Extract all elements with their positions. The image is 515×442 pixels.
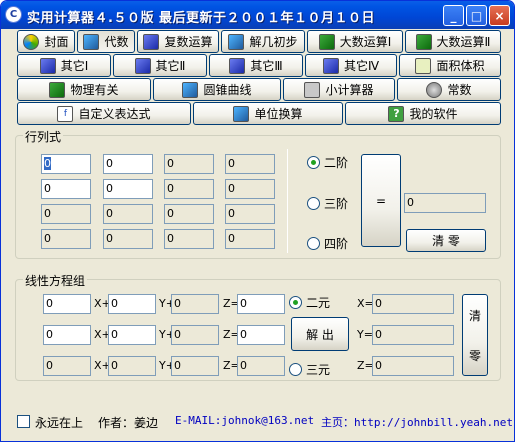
radio-dot bbox=[307, 156, 320, 169]
homepage-link[interactable]: 主页：http://johnbill.yeah.net bbox=[321, 414, 513, 430]
determinant-divider bbox=[287, 149, 288, 253]
lin-c-3[interactable]: 0 bbox=[171, 356, 219, 376]
conversion-icon bbox=[233, 105, 250, 122]
tab-mini-calculator[interactable]: 小计算器 bbox=[283, 78, 395, 101]
conic-icon bbox=[182, 81, 199, 98]
result-x: 0 bbox=[372, 294, 454, 314]
lin-c-1[interactable]: 0 bbox=[171, 294, 219, 314]
det-cell-1-3[interactable]: 0 bbox=[164, 154, 214, 174]
tab-complex[interactable]: 复数运算 bbox=[137, 30, 219, 53]
det-cell-3-4[interactable]: 0 bbox=[225, 204, 275, 224]
tab-bignum-2[interactable]: 大数运算Ⅱ bbox=[405, 30, 501, 53]
other-icon bbox=[322, 57, 339, 74]
tab-other-1[interactable]: 其它Ⅰ bbox=[17, 54, 111, 77]
help-icon: ? bbox=[388, 105, 405, 122]
email-link[interactable]: E-MAIL:johnok@163.net bbox=[175, 414, 314, 427]
order-3-radio[interactable]: 三阶 bbox=[307, 195, 348, 212]
calculator-icon bbox=[304, 81, 321, 98]
tab-other-3[interactable]: 其它Ⅲ bbox=[209, 54, 303, 77]
det-cell-3-2[interactable]: 0 bbox=[103, 204, 153, 224]
result-z: 0 bbox=[372, 356, 454, 376]
minimize-button[interactable]: _ bbox=[443, 5, 464, 26]
lin-b-1[interactable]: 0 bbox=[108, 294, 156, 314]
solve-button[interactable]: 解 出 bbox=[291, 317, 349, 351]
linear-title: 线性方程组 bbox=[23, 272, 88, 289]
det-cell-4-3[interactable]: 0 bbox=[164, 229, 214, 249]
graph-icon bbox=[228, 33, 245, 50]
lin-c-2[interactable]: 0 bbox=[171, 325, 219, 345]
lin-b-2[interactable]: 0 bbox=[108, 325, 156, 345]
det-cell-3-3[interactable]: 0 bbox=[164, 204, 214, 224]
lin-d-1[interactable]: 0 bbox=[237, 294, 285, 314]
bignum-icon bbox=[318, 33, 335, 50]
tab-unit-conversion[interactable]: 单位换算 bbox=[193, 102, 343, 125]
radio-dot bbox=[289, 363, 302, 376]
lin-a-3[interactable]: 0 bbox=[43, 356, 91, 376]
tab-analytic-geometry[interactable]: 解几初步 bbox=[221, 30, 305, 53]
det-cell-2-3[interactable]: 0 bbox=[164, 179, 214, 199]
determinant-result: 0 bbox=[404, 193, 486, 213]
order-2-radio[interactable]: 二阶 bbox=[307, 154, 348, 171]
tab-my-software[interactable]: ? 我的软件 bbox=[345, 102, 501, 125]
tab-other-4[interactable]: 其它Ⅳ bbox=[305, 54, 397, 77]
author-label: 作者：姜边 bbox=[98, 416, 159, 430]
radio-dot bbox=[307, 237, 320, 250]
complex-icon bbox=[143, 33, 160, 50]
lin-a-2[interactable]: 0 bbox=[43, 325, 91, 345]
det-cell-1-1[interactable]: 0 bbox=[41, 154, 91, 174]
function-icon: f bbox=[57, 105, 74, 122]
radio-dot bbox=[307, 197, 320, 210]
tab-other-2[interactable]: 其它Ⅱ bbox=[113, 54, 207, 77]
triangle-icon bbox=[415, 57, 432, 74]
lin-a-1[interactable]: 0 bbox=[43, 294, 91, 314]
mode-three-var-radio[interactable]: 三元 bbox=[289, 361, 330, 378]
constants-icon bbox=[426, 81, 443, 98]
det-cell-3-1[interactable]: 0 bbox=[41, 204, 91, 224]
result-y: 0 bbox=[372, 325, 454, 345]
det-cell-4-4[interactable]: 0 bbox=[225, 229, 275, 249]
maximize-button[interactable]: □ bbox=[466, 5, 487, 26]
cover-icon bbox=[23, 33, 40, 50]
tab-physics[interactable]: 物理有关 bbox=[17, 78, 151, 101]
det-cell-4-1[interactable]: 0 bbox=[41, 229, 91, 249]
other-icon bbox=[39, 57, 56, 74]
tab-conic[interactable]: 圆锥曲线 bbox=[153, 78, 281, 101]
determinant-title: 行列式 bbox=[23, 128, 64, 145]
determinant-clear-button[interactable]: 清 零 bbox=[406, 229, 486, 252]
det-cell-4-2[interactable]: 0 bbox=[103, 229, 153, 249]
tab-custom-expression[interactable]: f 自定义表达式 bbox=[17, 102, 191, 125]
linear-clear-button[interactable]: 清零 bbox=[462, 294, 488, 376]
lin-d-3[interactable]: 0 bbox=[237, 356, 285, 376]
algebra-icon bbox=[83, 33, 100, 50]
tab-area-volume[interactable]: 面积体积 bbox=[399, 54, 501, 77]
bignum-icon bbox=[415, 33, 432, 50]
other-icon bbox=[134, 57, 151, 74]
det-cell-2-4[interactable]: 0 bbox=[225, 179, 275, 199]
det-cell-1-4[interactable]: 0 bbox=[225, 154, 275, 174]
result-y-label: Y= bbox=[357, 328, 373, 341]
lin-b-3[interactable]: 0 bbox=[108, 356, 156, 376]
app-icon[interactable]: C bbox=[5, 6, 22, 23]
tab-cover[interactable]: 封面 bbox=[17, 30, 75, 53]
det-cell-2-1[interactable]: 0 bbox=[41, 179, 91, 199]
det-cell-2-2[interactable]: 0 bbox=[103, 179, 153, 199]
other-icon bbox=[229, 57, 246, 74]
always-on-top-label[interactable]: 永远在上 bbox=[35, 414, 83, 431]
title-bar[interactable]: C 实用计算器４.５０版 最后更新于２００１年１０月１０日 _ □ × bbox=[1, 1, 514, 29]
radio-dot bbox=[289, 296, 302, 309]
mode-two-var-radio[interactable]: 二元 bbox=[289, 294, 330, 311]
determinant-equals-button[interactable]: = bbox=[361, 154, 401, 247]
app-window: C 实用计算器４.５０版 最后更新于２００１年１０月１０日 _ □ × 封面 代… bbox=[0, 0, 515, 442]
order-4-radio[interactable]: 四阶 bbox=[307, 235, 348, 252]
tab-bignum-1[interactable]: 大数运算Ⅰ bbox=[307, 30, 403, 53]
close-button[interactable]: × bbox=[489, 5, 510, 26]
tab-constants[interactable]: 常数 bbox=[397, 78, 501, 101]
det-cell-1-2[interactable]: 0 bbox=[103, 154, 153, 174]
always-on-top-checkbox[interactable] bbox=[17, 415, 30, 428]
lin-d-2[interactable]: 0 bbox=[237, 325, 285, 345]
physics-icon bbox=[49, 81, 66, 98]
tab-algebra[interactable]: 代数 bbox=[77, 30, 135, 53]
window-title: 实用计算器４.５０版 最后更新于２００１年１０月１０日 bbox=[27, 11, 375, 26]
